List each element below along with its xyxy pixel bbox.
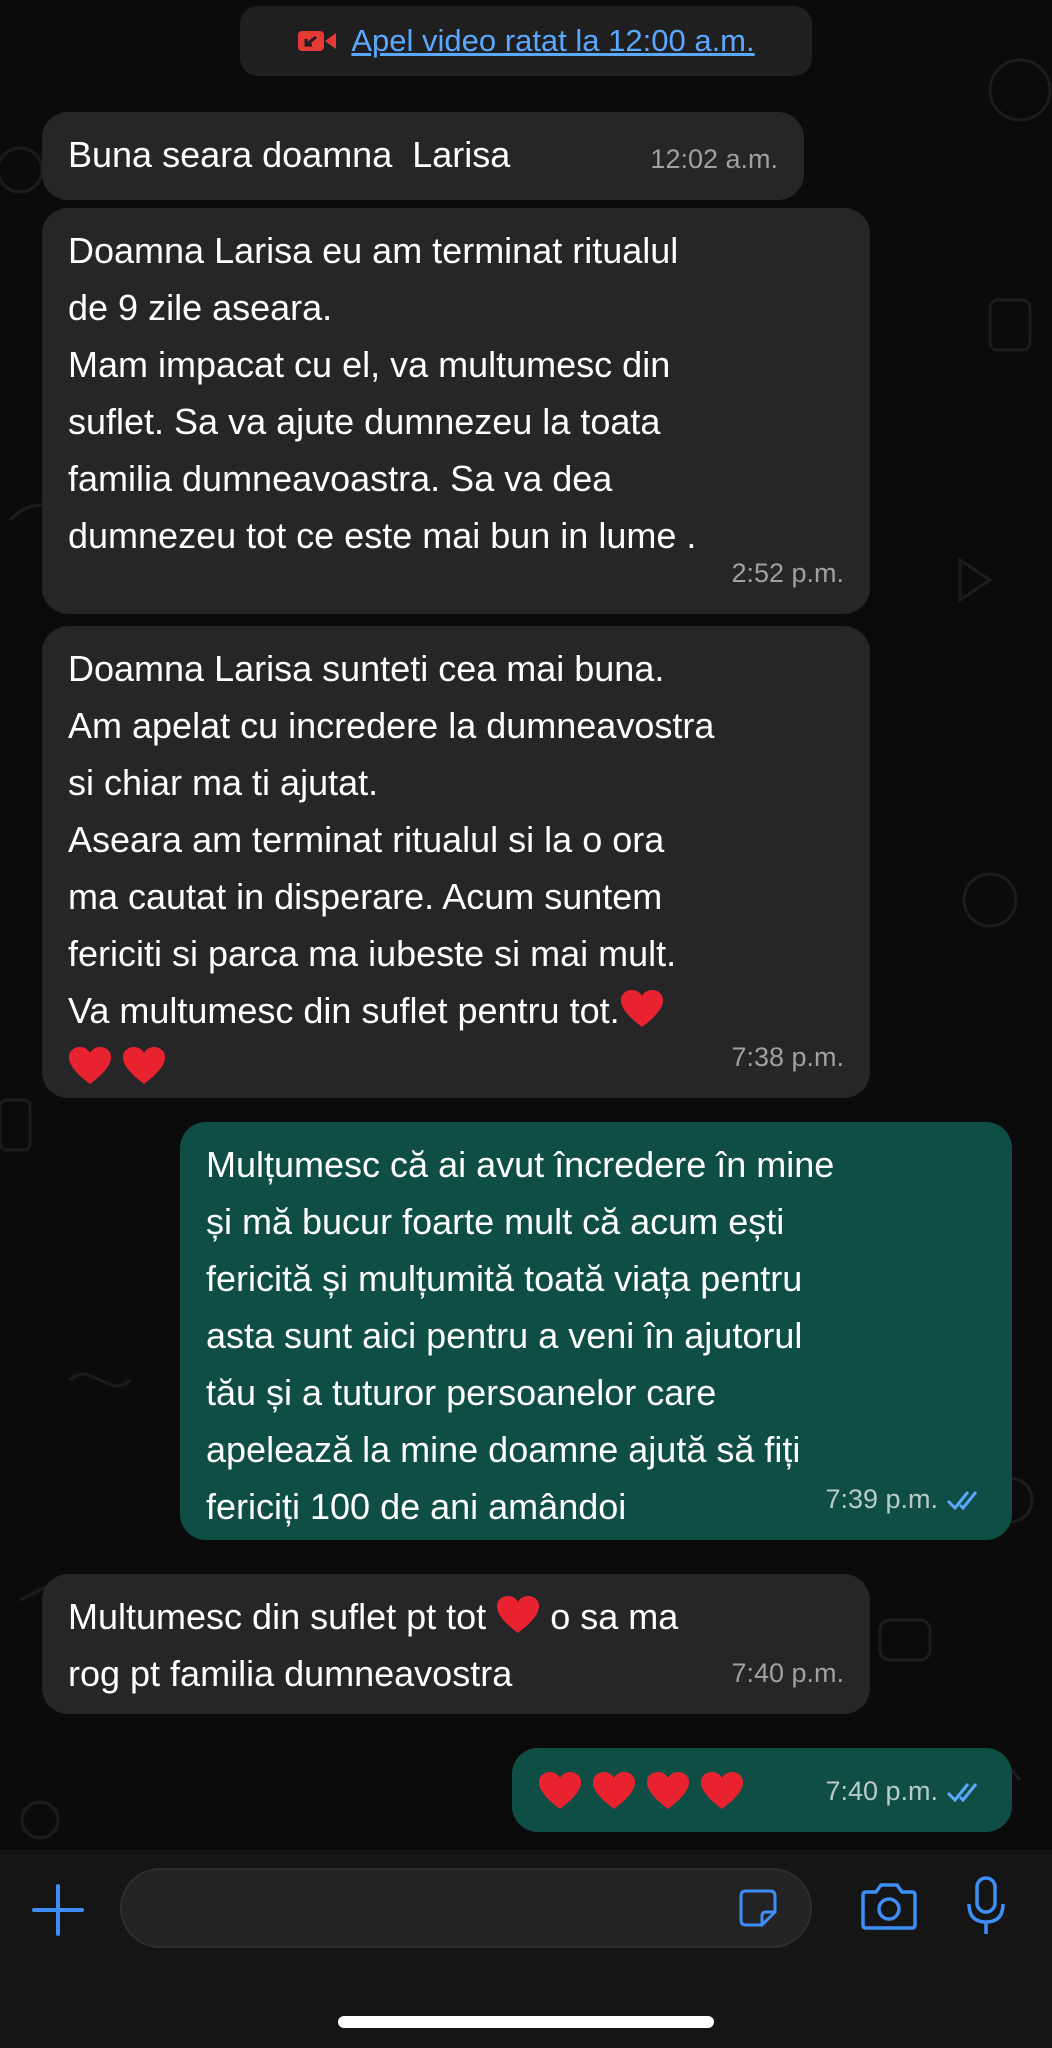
heart-emoji — [701, 1772, 744, 1809]
incoming-message[interactable]: Doamna Larisa sunteti cea mai buna. Am a… — [42, 626, 870, 1098]
missed-video-call-banner[interactable]: Apel video ratat la 12:00 a.m. — [240, 6, 812, 76]
message-text: Doamna Larisa eu am terminat ritualul de… — [68, 230, 697, 556]
heart-emoji — [497, 1596, 540, 1633]
message-text-content: Doamna Larisa sunteti cea mai buna. Am a… — [68, 648, 715, 1031]
heart-emoji — [593, 1772, 636, 1809]
message-time: 7:40 p.m. — [731, 1658, 844, 1688]
message-meta: 7:40 p.m. — [825, 1763, 986, 1820]
message-time: 7:40 p.m. — [825, 1776, 938, 1806]
outgoing-message[interactable]: 7:40 p.m. — [512, 1748, 1012, 1832]
camera-icon[interactable] — [860, 1880, 918, 1932]
double-check-icon — [946, 1490, 978, 1510]
incoming-message[interactable]: Multumesc din suflet pt tot o sa ma rog … — [42, 1574, 870, 1714]
message-input[interactable] — [120, 1868, 812, 1948]
heart-emoji — [539, 1772, 581, 1809]
microphone-icon[interactable] — [964, 1876, 1008, 1938]
message-meta: 2:52 p.m. — [731, 545, 844, 602]
outgoing-message[interactable]: Mulțumesc că ai avut încredere în mine ș… — [180, 1122, 1012, 1540]
message-text-input[interactable] — [150, 1888, 734, 1930]
incoming-message[interactable]: Buna seara doamna Larisa 12:02 a.m. — [42, 112, 804, 200]
heart-emoji — [647, 1772, 690, 1809]
sticker-icon[interactable] — [738, 1888, 778, 1928]
message-meta: 12:02 a.m. — [650, 131, 778, 188]
message-meta: 7:38 p.m. — [731, 1029, 844, 1086]
incoming-message[interactable]: Doamna Larisa eu am terminat ritualul de… — [42, 208, 870, 614]
heart-emoji — [620, 990, 663, 1027]
plus-icon[interactable] — [32, 1884, 84, 1936]
message-meta: 7:40 p.m. — [731, 1645, 844, 1702]
message-time: 7:38 p.m. — [731, 1042, 844, 1072]
missed-video-call-icon — [298, 31, 337, 51]
message-time: 2:52 p.m. — [731, 558, 844, 588]
heart-emoji — [69, 1047, 111, 1084]
message-text-before: Multumesc din suflet pt tot — [68, 1596, 487, 1637]
chat-thread: Apel video ratat la 12:00 a.m. Buna sear… — [0, 0, 1052, 1850]
home-indicator — [338, 2016, 714, 2028]
message-time: 12:02 a.m. — [650, 144, 778, 174]
missed-call-text[interactable]: Apel video ratat la 12:00 a.m. — [351, 23, 754, 59]
message-text: Multumesc din suflet pt tot o sa ma rog … — [68, 1588, 844, 1702]
double-check-icon — [946, 1782, 978, 1802]
message-time: 7:39 p.m. — [825, 1484, 938, 1514]
heart-emoji — [123, 1047, 166, 1084]
message-text: Doamna Larisa sunteti cea mai buna. Am a… — [68, 640, 844, 1096]
message-meta: 7:39 p.m. — [825, 1471, 986, 1528]
